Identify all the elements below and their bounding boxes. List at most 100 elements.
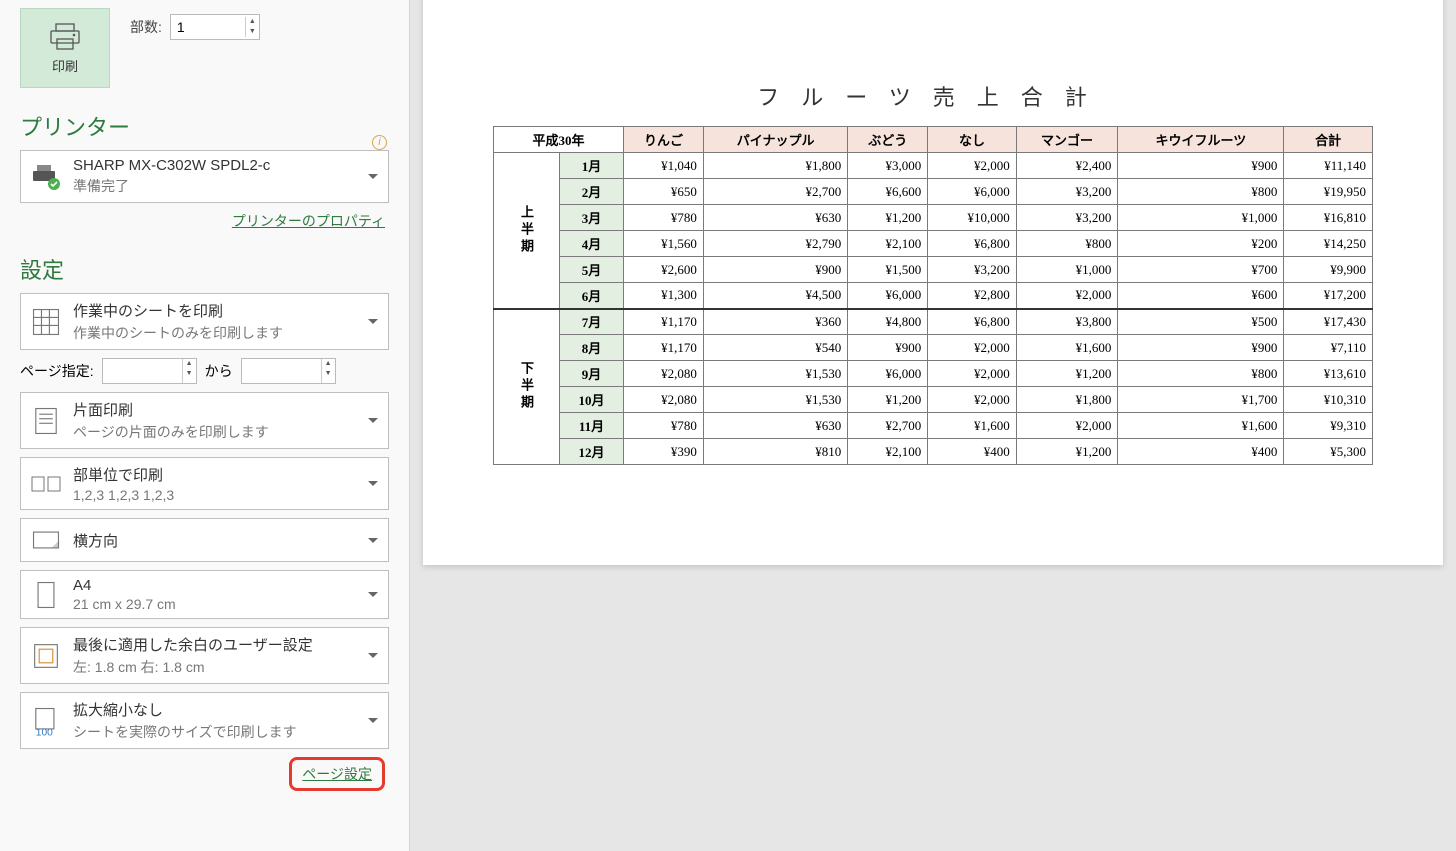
page-icon bbox=[29, 406, 63, 436]
grid-icon bbox=[29, 307, 63, 337]
duplex-l2: ページの片面のみを印刷します bbox=[73, 422, 358, 442]
month-cell: 6月 bbox=[560, 283, 624, 309]
print-button[interactable]: 印刷 bbox=[20, 8, 110, 88]
chevron-down-icon bbox=[368, 174, 378, 179]
value-cell: ¥1,530 bbox=[703, 387, 847, 413]
margins-l2: 左: 1.8 cm 右: 1.8 cm bbox=[73, 657, 358, 677]
value-cell: ¥200 bbox=[1118, 231, 1284, 257]
value-cell: ¥390 bbox=[624, 439, 704, 465]
scaling-select[interactable]: 100 拡大縮小なし シートを実際のサイズで印刷します bbox=[20, 692, 389, 749]
printer-heading: プリンター bbox=[20, 110, 389, 142]
duplex-l1: 片面印刷 bbox=[73, 399, 358, 420]
chevron-down-icon bbox=[368, 592, 378, 597]
table-row: 12月¥390¥810¥2,100¥400¥1,200¥400¥5,300 bbox=[494, 439, 1373, 465]
value-cell: ¥810 bbox=[703, 439, 847, 465]
value-cell: ¥1,700 bbox=[1118, 387, 1284, 413]
value-cell: ¥3,200 bbox=[1016, 179, 1118, 205]
copies-value[interactable]: 1 bbox=[171, 17, 245, 37]
value-cell: ¥540 bbox=[703, 335, 847, 361]
copies-spinner[interactable]: 1 ▲▼ bbox=[170, 14, 260, 40]
month-cell: 1月 bbox=[560, 153, 624, 179]
value-cell: ¥1,800 bbox=[703, 153, 847, 179]
value-cell: ¥2,080 bbox=[624, 387, 704, 413]
value-cell: ¥1,600 bbox=[928, 413, 1017, 439]
value-cell: ¥2,000 bbox=[928, 335, 1017, 361]
collate-l2: 1,2,3 1,2,3 1,2,3 bbox=[73, 487, 358, 503]
value-cell: ¥4,500 bbox=[703, 283, 847, 309]
value-cell: ¥1,200 bbox=[848, 205, 928, 231]
value-cell: ¥1,170 bbox=[624, 309, 704, 335]
value-cell: ¥360 bbox=[703, 309, 847, 335]
value-cell: ¥900 bbox=[848, 335, 928, 361]
value-cell: ¥3,000 bbox=[848, 153, 928, 179]
value-cell: ¥10,000 bbox=[928, 205, 1017, 231]
duplex-select[interactable]: 片面印刷 ページの片面のみを印刷します bbox=[20, 392, 389, 449]
value-cell: ¥1,530 bbox=[703, 361, 847, 387]
header-row: 平成30年 りんご パイナップル ぶどう なし マンゴー キウイフルーツ 合計 bbox=[494, 127, 1373, 153]
margins-select[interactable]: 最後に適用した余白のユーザー設定 左: 1.8 cm 右: 1.8 cm bbox=[20, 627, 389, 684]
paper-select[interactable]: A4 21 cm x 29.7 cm bbox=[20, 570, 389, 619]
orient-l1: 横方向 bbox=[73, 530, 358, 551]
value-cell: ¥2,000 bbox=[1016, 283, 1118, 309]
year-header: 平成30年 bbox=[494, 127, 624, 153]
range-label: ページ指定: bbox=[20, 361, 94, 381]
fruit-header: パイナップル bbox=[703, 127, 847, 153]
value-cell: ¥3,200 bbox=[928, 257, 1017, 283]
paper-icon bbox=[29, 580, 63, 610]
preview-title: フルーツ売上合計 bbox=[493, 80, 1373, 112]
spinner-arrows[interactable]: ▲▼ bbox=[245, 17, 259, 37]
value-cell: ¥2,400 bbox=[1016, 153, 1118, 179]
total-cell: ¥17,200 bbox=[1284, 283, 1373, 309]
printer-select[interactable]: SHARP MX-C302W SPDL2-c 準備完了 bbox=[20, 150, 389, 203]
month-cell: 3月 bbox=[560, 205, 624, 231]
total-cell: ¥10,310 bbox=[1284, 387, 1373, 413]
value-cell: ¥2,790 bbox=[703, 231, 847, 257]
copies-row: 部数: 1 ▲▼ bbox=[130, 14, 260, 40]
collate-select[interactable]: 部単位で印刷 1,2,3 1,2,3 1,2,3 bbox=[20, 457, 389, 510]
value-cell: ¥1,500 bbox=[848, 257, 928, 283]
chevron-down-icon bbox=[368, 653, 378, 658]
page-setup-link[interactable]: ページ設定 bbox=[302, 766, 372, 782]
total-cell: ¥16,810 bbox=[1284, 205, 1373, 231]
value-cell: ¥2,000 bbox=[928, 387, 1017, 413]
chevron-down-icon bbox=[368, 538, 378, 543]
table-row: 3月¥780¥630¥1,200¥10,000¥3,200¥1,000¥16,8… bbox=[494, 205, 1373, 231]
page-range-row: ページ指定: ▲▼ から ▲▼ bbox=[20, 358, 389, 384]
total-cell: ¥7,110 bbox=[1284, 335, 1373, 361]
printer-name: SHARP MX-C302W SPDL2-c bbox=[73, 157, 358, 174]
value-cell: ¥6,000 bbox=[848, 283, 928, 309]
total-cell: ¥9,310 bbox=[1284, 413, 1373, 439]
total-cell: ¥11,140 bbox=[1284, 153, 1373, 179]
table-row: 5月¥2,600¥900¥1,500¥3,200¥1,000¥700¥9,900 bbox=[494, 257, 1373, 283]
print-settings-panel: 印刷 部数: 1 ▲▼ i プリンター SHARP MX-C302W SPDL2… bbox=[0, 0, 410, 851]
orientation-select[interactable]: 横方向 bbox=[20, 518, 389, 562]
table-row: 9月¥2,080¥1,530¥6,000¥2,000¥1,200¥800¥13,… bbox=[494, 361, 1373, 387]
print-what-l2: 作業中のシートのみを印刷します bbox=[73, 323, 358, 343]
range-to-input[interactable]: ▲▼ bbox=[241, 358, 336, 384]
chevron-down-icon bbox=[368, 481, 378, 486]
range-from-input[interactable]: ▲▼ bbox=[102, 358, 197, 384]
value-cell: ¥1,040 bbox=[624, 153, 704, 179]
value-cell: ¥800 bbox=[1016, 231, 1118, 257]
value-cell: ¥900 bbox=[1118, 335, 1284, 361]
table-row: 上半期1月¥1,040¥1,800¥3,000¥2,000¥2,400¥900¥… bbox=[494, 153, 1373, 179]
printer-properties-link[interactable]: プリンターのプロパティ bbox=[232, 213, 385, 229]
table-row: 11月¥780¥630¥2,700¥1,600¥2,000¥1,600¥9,31… bbox=[494, 413, 1373, 439]
value-cell: ¥1,600 bbox=[1016, 335, 1118, 361]
value-cell: ¥2,700 bbox=[703, 179, 847, 205]
value-cell: ¥1,170 bbox=[624, 335, 704, 361]
value-cell: ¥6,800 bbox=[928, 309, 1017, 335]
month-cell: 10月 bbox=[560, 387, 624, 413]
scaling-l1: 拡大縮小なし bbox=[73, 699, 358, 720]
svg-text:100: 100 bbox=[36, 727, 53, 737]
value-cell: ¥2,000 bbox=[928, 153, 1017, 179]
info-icon[interactable]: i bbox=[372, 135, 387, 150]
table-row: 6月¥1,300¥4,500¥6,000¥2,800¥2,000¥600¥17,… bbox=[494, 283, 1373, 309]
value-cell: ¥600 bbox=[1118, 283, 1284, 309]
print-what-select[interactable]: 作業中のシートを印刷 作業中のシートのみを印刷します bbox=[20, 293, 389, 350]
scaling-l2: シートを実際のサイズで印刷します bbox=[73, 722, 358, 742]
value-cell: ¥650 bbox=[624, 179, 704, 205]
total-cell: ¥14,250 bbox=[1284, 231, 1373, 257]
value-cell: ¥1,000 bbox=[1016, 257, 1118, 283]
value-cell: ¥1,200 bbox=[1016, 361, 1118, 387]
